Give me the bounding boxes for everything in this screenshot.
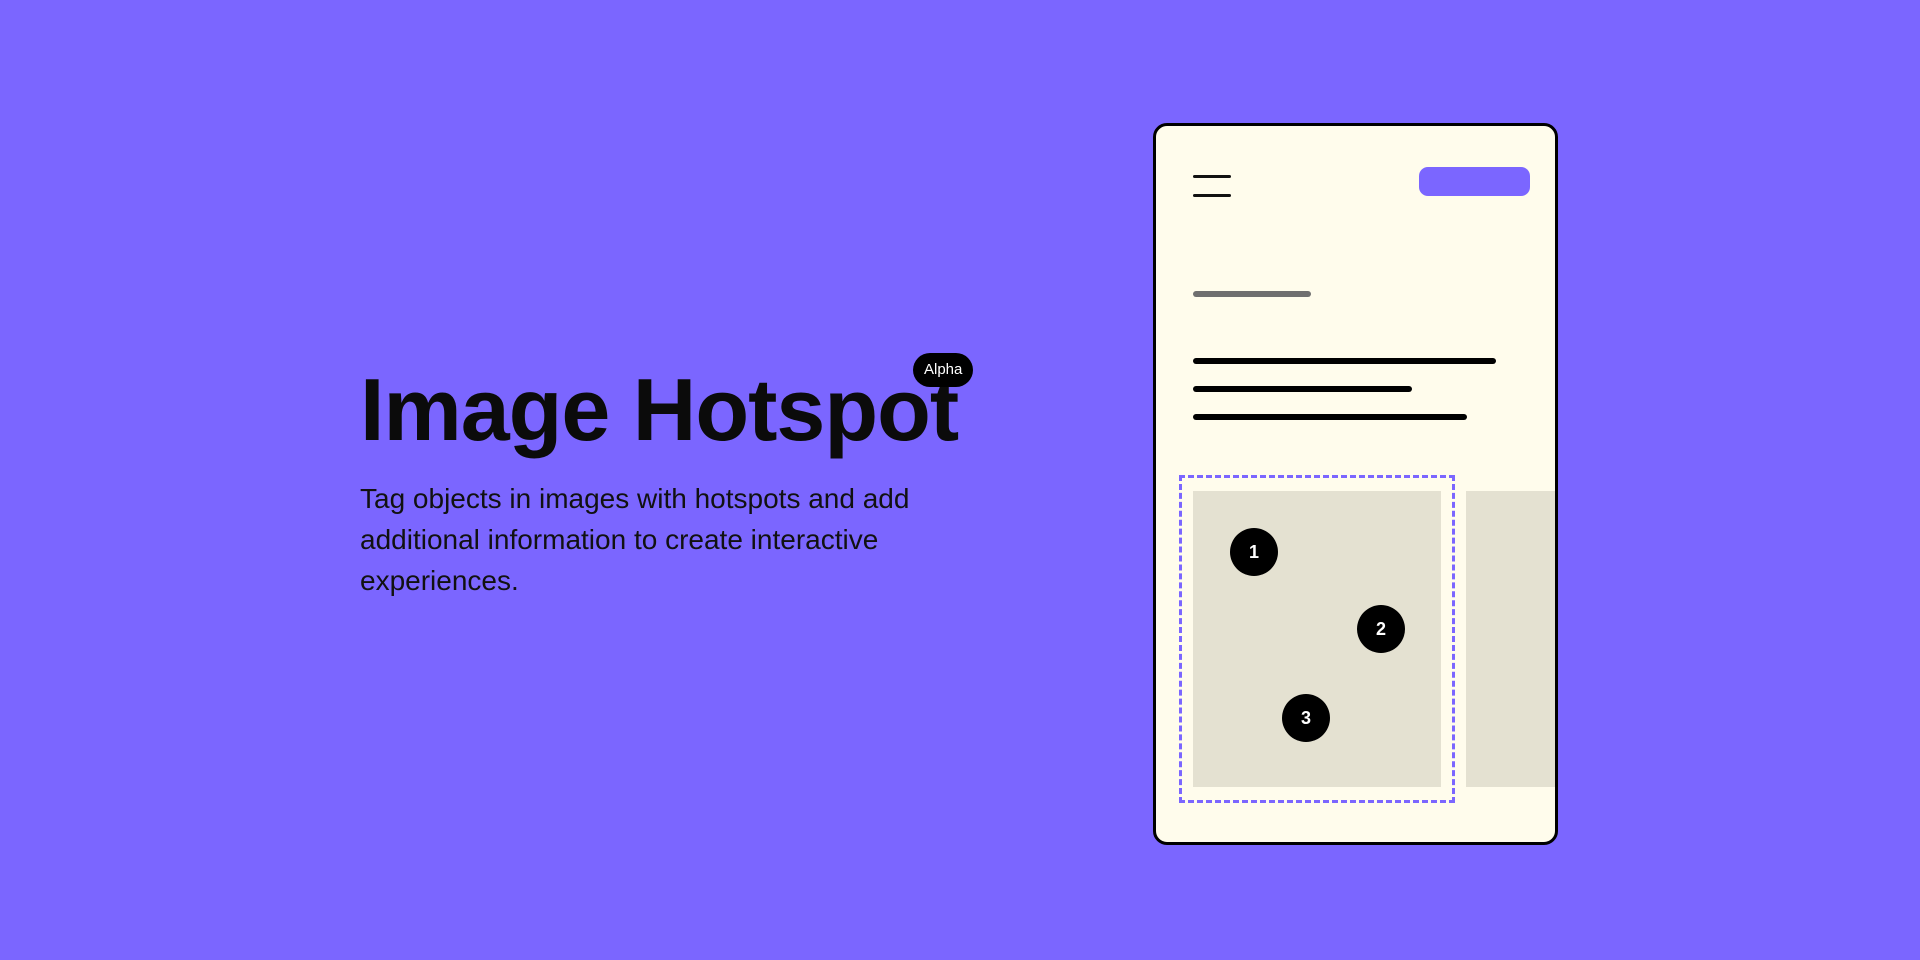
eyebrow-placeholder (1193, 291, 1311, 297)
hamburger-icon[interactable] (1193, 174, 1231, 198)
text-line-placeholder (1193, 414, 1467, 420)
hero: Image Hotspot (360, 360, 959, 460)
alpha-badge: Alpha (913, 353, 974, 387)
page-description: Tag objects in images with hotspots and … (360, 483, 910, 596)
image-placeholder-next (1466, 491, 1555, 787)
hotspot-marker-2[interactable]: 2 (1357, 605, 1405, 653)
hotspot-marker-3[interactable]: 3 (1282, 694, 1330, 742)
selection-outline (1179, 475, 1455, 803)
text-line-placeholder (1193, 386, 1412, 392)
phone-mockup: 1 2 3 (1153, 123, 1558, 845)
hotspot-marker-1[interactable]: 1 (1230, 528, 1278, 576)
cta-button[interactable] (1419, 167, 1530, 196)
page-title: Image Hotspot (360, 360, 959, 459)
text-line-placeholder (1193, 358, 1496, 364)
